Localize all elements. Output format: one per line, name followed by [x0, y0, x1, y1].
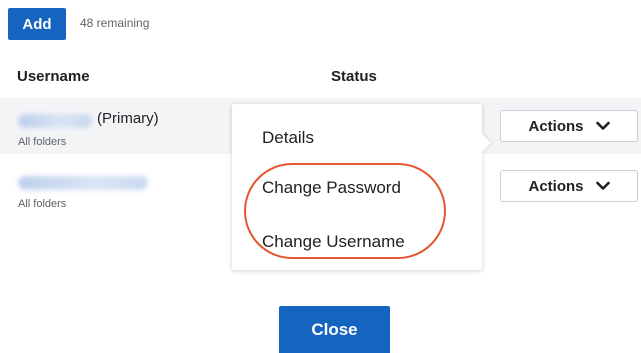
column-header-username: Username [17, 68, 90, 85]
dropdown-pointer [482, 134, 491, 152]
remaining-count: 48 remaining [80, 16, 150, 30]
actions-dropdown-menu: Details Change Password Change Username [232, 104, 491, 270]
close-button[interactable]: Close [279, 306, 390, 353]
chevron-down-icon [595, 121, 610, 131]
username-redacted [18, 176, 148, 190]
folders-label: All folders [18, 136, 67, 148]
username-redacted [18, 114, 92, 128]
column-header-status: Status [331, 68, 377, 85]
primary-tag: (Primary) [97, 110, 159, 127]
add-button[interactable]: Add [8, 8, 66, 40]
actions-button-label: Actions [528, 177, 584, 195]
menu-item-change-username[interactable]: Change Username [262, 232, 405, 252]
chevron-down-icon [595, 181, 610, 191]
actions-button[interactable]: Actions [500, 110, 638, 142]
menu-item-details[interactable]: Details [262, 128, 314, 148]
actions-button-label: Actions [528, 117, 584, 135]
menu-item-change-password[interactable]: Change Password [262, 178, 401, 198]
folders-label: All folders [18, 198, 67, 210]
actions-button[interactable]: Actions [500, 170, 638, 202]
